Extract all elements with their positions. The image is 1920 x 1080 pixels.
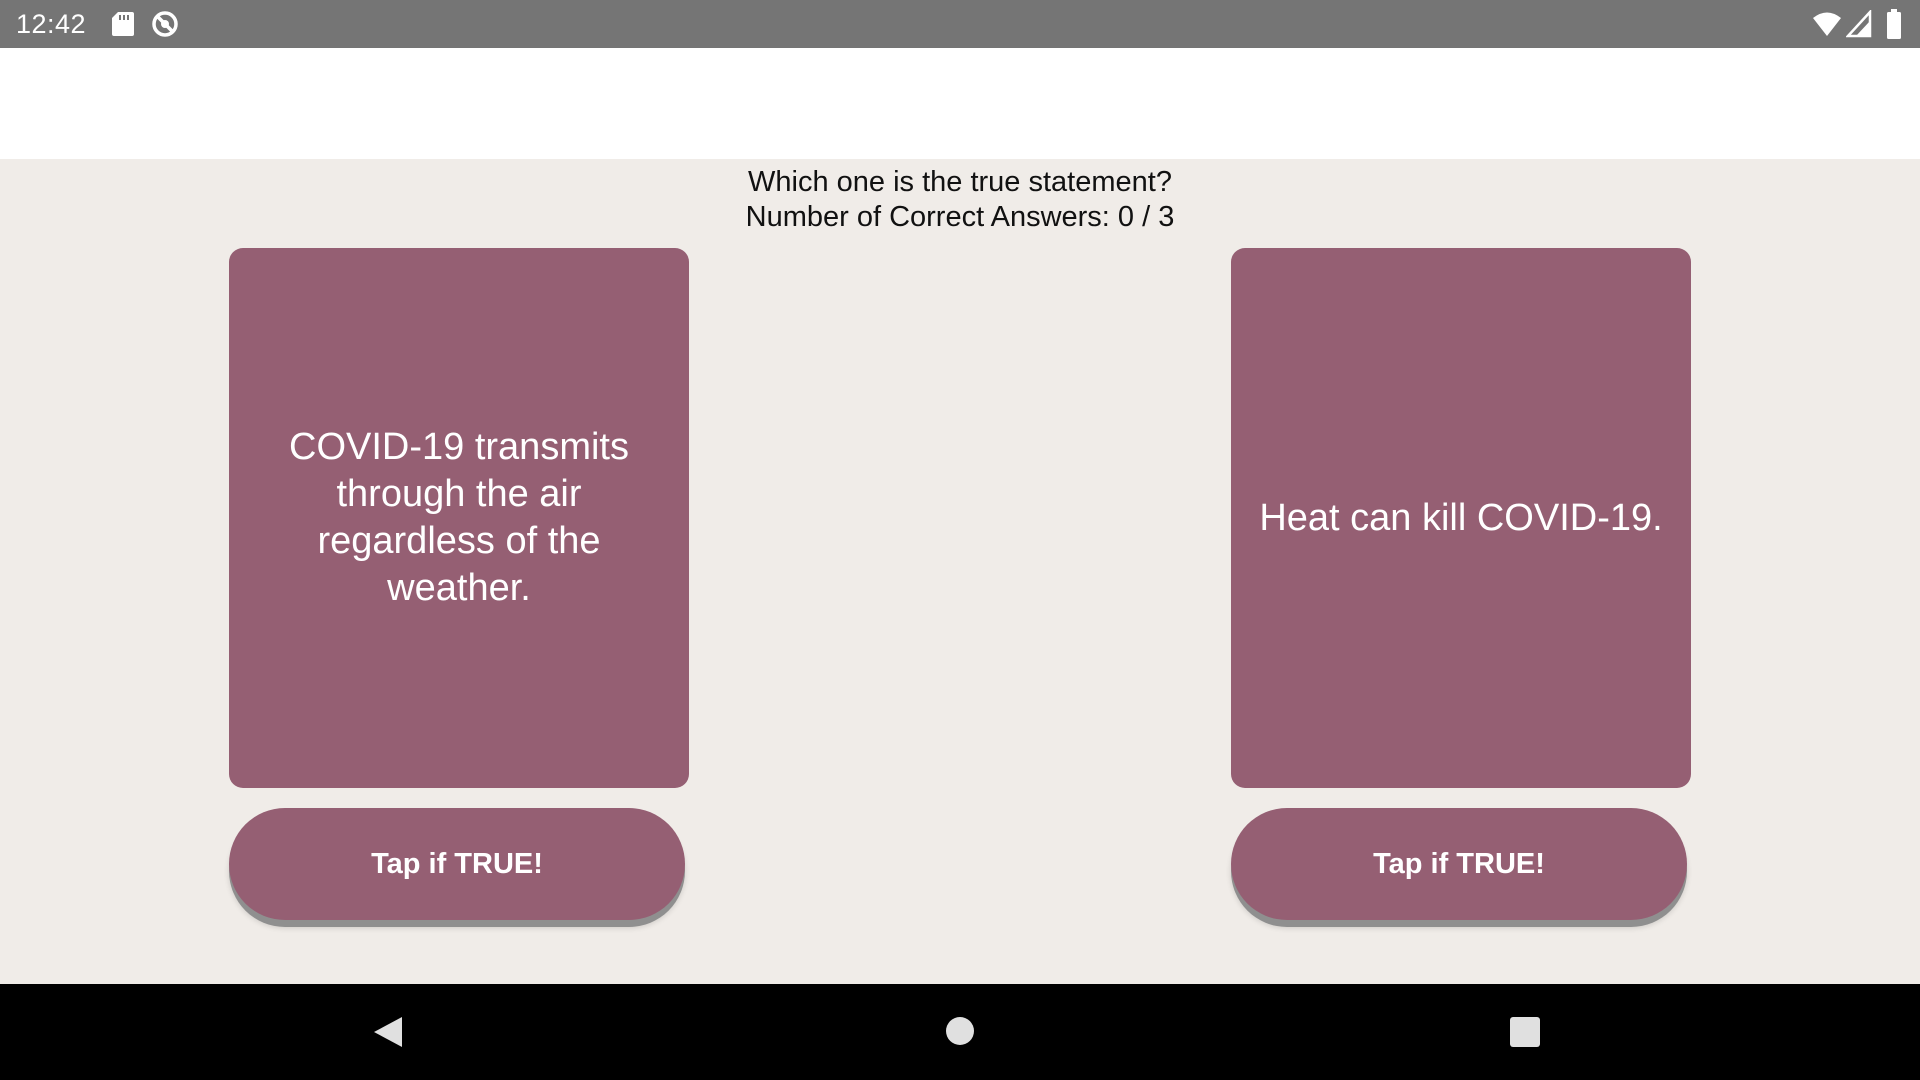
tap-true-button-left[interactable]: Tap if TRUE! xyxy=(229,808,685,920)
cell-signal-icon xyxy=(1846,10,1872,38)
sd-card-icon xyxy=(112,12,134,36)
wifi-icon xyxy=(1813,12,1841,36)
app-bar xyxy=(0,48,1920,159)
tap-true-button-right[interactable]: Tap if TRUE! xyxy=(1231,808,1687,920)
statement-card-left: COVID-19 transmits through the air regar… xyxy=(229,248,689,788)
back-icon[interactable] xyxy=(372,1015,404,1049)
status-time: 12:42 xyxy=(16,9,87,39)
statement-card-right: Heat can kill COVID-19. xyxy=(1231,248,1691,788)
home-icon[interactable] xyxy=(945,1016,975,1046)
score-counter: Number of Correct Answers: 0 / 3 xyxy=(745,201,1175,233)
statement-text-right: Heat can kill COVID-19. xyxy=(1259,496,1663,539)
recents-icon[interactable] xyxy=(1510,1017,1540,1047)
question-text: Which one is the true statement? xyxy=(748,166,1172,198)
battery-icon xyxy=(1887,9,1901,39)
sync-icon xyxy=(152,11,178,37)
status-bar: 12:42 xyxy=(0,0,1920,48)
statement-text-left: COVID-19 transmits through the air regar… xyxy=(289,426,629,609)
